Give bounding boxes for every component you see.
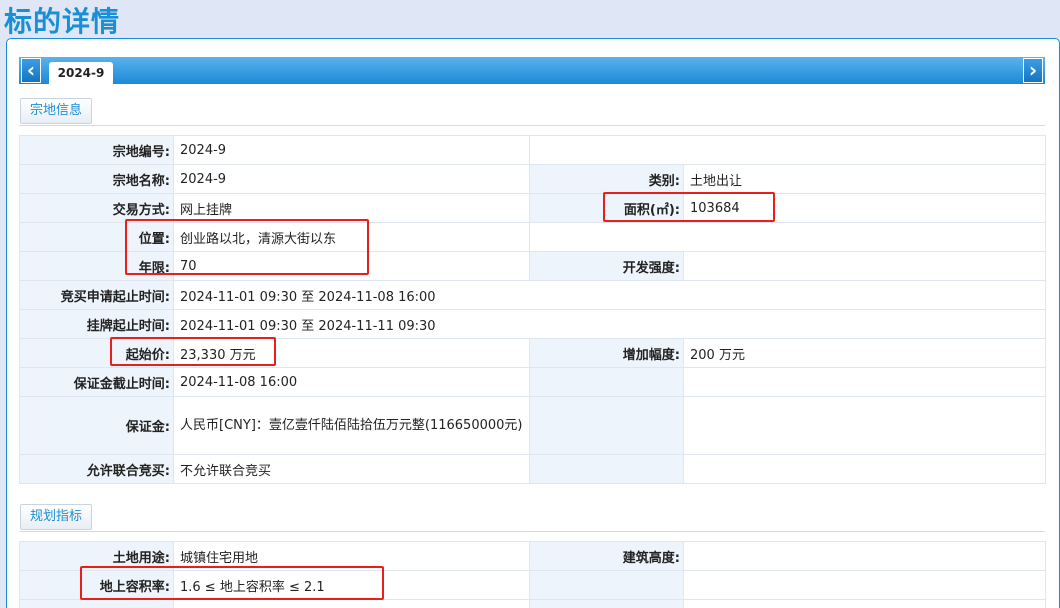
table-row: 地上容积率: 1.6 ≤ 地上容积率 ≤ 2.1 (19, 570, 1046, 600)
trade-mode-label: 交易方式: (19, 193, 174, 223)
start-price-label: 起始价: (19, 338, 174, 368)
dev-intensity-value (683, 251, 1046, 281)
area-label: 面积(㎡): (529, 193, 684, 223)
empty-cell (529, 396, 684, 455)
chevron-left-icon[interactable]: ‹ (21, 58, 41, 83)
location-value: 创业路以北，清源大街以东 (173, 222, 530, 252)
listing-period-label: 挂牌起止时间: (19, 309, 174, 339)
category-value: 土地出让 (683, 164, 1046, 194)
table-row: 宗地名称: 2024-9 类别: 土地出让 (19, 164, 1046, 194)
apply-period-value: 2024-11-01 09:30 至 2024-11-08 16:00 (173, 280, 1046, 310)
listing-period-value: 2024-11-01 09:30 至 2024-11-11 09:30 (173, 309, 1046, 339)
deposit-label: 保证金: (19, 396, 174, 455)
section-header-land-info: 宗地信息 (19, 96, 1045, 126)
empty-cell (529, 599, 684, 608)
table-row: 保证金: 人民币[CNY]：壹亿壹仟陆佰陆拾伍万元整(116650000元) (19, 396, 1046, 455)
table-row: 允许联合竞买: 不允许联合竞买 (19, 454, 1046, 484)
empty-cell (683, 396, 1046, 455)
joint-bid-label: 允许联合竞买: (19, 454, 174, 484)
chevron-right-icon[interactable]: › (1023, 58, 1043, 83)
area-value: 103684 (683, 193, 1046, 223)
term-label: 年限: (19, 251, 174, 281)
empty-cell (529, 367, 684, 397)
land-use-label: 土地用途: (19, 541, 174, 571)
building-height-label: 建筑高度: (529, 541, 684, 571)
deposit-deadline-value: 2024-11-08 16:00 (173, 367, 530, 397)
parcel-name-value: 2024-9 (173, 164, 530, 194)
building-height-value (683, 541, 1046, 571)
table-row (19, 599, 1046, 608)
increment-value: 200 万元 (683, 338, 1046, 368)
table-row: 挂牌起止时间: 2024-11-01 09:30 至 2024-11-11 09… (19, 309, 1046, 339)
tab-bar: ‹ 2024-9 › (19, 57, 1045, 84)
table-row: 位置: 创业路以北，清源大街以东 (19, 222, 1046, 252)
joint-bid-value: 不允许联合竞买 (173, 454, 530, 484)
trade-mode-value: 网上挂牌 (173, 193, 530, 223)
far-value: 1.6 ≤ 地上容积率 ≤ 2.1 (173, 570, 530, 600)
table-row: 竞买申请起止时间: 2024-11-01 09:30 至 2024-11-08 … (19, 280, 1046, 310)
page-title: 标的详情 (4, 5, 121, 38)
table-row: 起始价: 23,330 万元 增加幅度: 200 万元 (19, 338, 1046, 368)
empty-cell (529, 135, 1046, 165)
empty-cell (683, 367, 1046, 397)
term-value: 70 (173, 251, 530, 281)
tab-parcel[interactable]: 2024-9 (49, 62, 113, 84)
location-label: 位置: (19, 222, 174, 252)
empty-cell (683, 599, 1046, 608)
empty-cell (529, 454, 684, 484)
start-price-value: 23,330 万元 (173, 338, 530, 368)
section-land-info-button[interactable]: 宗地信息 (20, 98, 93, 124)
table-row: 年限: 70 开发强度: (19, 251, 1046, 281)
empty-cell (529, 222, 1046, 252)
apply-period-label: 竞买申请起止时间: (19, 280, 174, 310)
dev-intensity-label: 开发强度: (529, 251, 684, 281)
table-row: 保证金截止时间: 2024-11-08 16:00 (19, 367, 1046, 397)
section-planning-button[interactable]: 规划指标 (20, 504, 93, 530)
parcel-name-label: 宗地名称: (19, 164, 174, 194)
empty-cell (173, 599, 530, 608)
empty-cell (529, 570, 684, 600)
table-row: 土地用途: 城镇住宅用地 建筑高度: (19, 541, 1046, 571)
land-info-table: 宗地编号: 2024-9 宗地名称: 2024-9 类别: 土地出让 交易方式:… (19, 135, 1046, 484)
table-row: 交易方式: 网上挂牌 面积(㎡): 103684 (19, 193, 1046, 223)
table-row: 宗地编号: 2024-9 (19, 135, 1046, 165)
empty-cell (19, 599, 174, 608)
deposit-deadline-label: 保证金截止时间: (19, 367, 174, 397)
parcel-no-label: 宗地编号: (19, 135, 174, 165)
parcel-no-value: 2024-9 (173, 135, 530, 165)
land-use-value: 城镇住宅用地 (173, 541, 530, 571)
empty-cell (683, 570, 1046, 600)
far-label: 地上容积率: (19, 570, 174, 600)
empty-cell (683, 454, 1046, 484)
category-label: 类别: (529, 164, 684, 194)
increment-label: 增加幅度: (529, 338, 684, 368)
planning-table: 土地用途: 城镇住宅用地 建筑高度: 地上容积率: 1.6 ≤ 地上容积率 ≤ … (19, 541, 1046, 608)
section-header-planning: 规划指标 (19, 502, 1045, 532)
detail-panel: ‹ 2024-9 › 宗地信息 宗地编号: 2024-9 宗地名称: 2024-… (6, 38, 1060, 608)
deposit-value: 人民币[CNY]：壹亿壹仟陆佰陆拾伍万元整(116650000元) (173, 396, 530, 455)
